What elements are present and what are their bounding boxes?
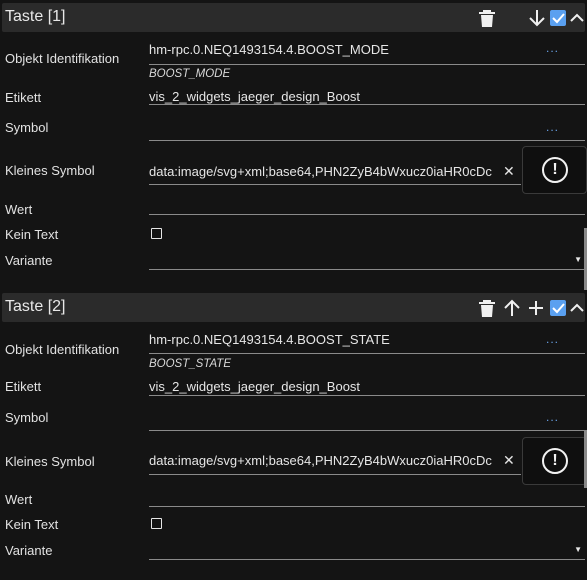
objekt-identifikation-input[interactable]: hm-rpc.0.NEQ1493154.4.BOOST_MODE bbox=[149, 42, 389, 57]
select-object-button[interactable]: ... bbox=[546, 332, 559, 346]
kein-text-label: Kein Text bbox=[5, 227, 59, 242]
section-title: Taste [2] bbox=[5, 298, 66, 315]
section-header[interactable]: Taste [1] bbox=[2, 3, 585, 32]
wert-label: Wert bbox=[5, 492, 33, 507]
variante-dropdown-icon[interactable]: ▼ bbox=[574, 545, 582, 554]
kleines-symbol-input[interactable]: data:image/svg+xml;base64,PHN2ZyB4bWxucz… bbox=[149, 453, 499, 468]
objekt-identifikation-label: Objekt Identifikation bbox=[5, 51, 120, 66]
kein-text-checkbox[interactable] bbox=[151, 228, 162, 239]
symbol-label: Symbol bbox=[5, 120, 49, 135]
wert-label: Wert bbox=[5, 202, 33, 217]
alert-circle-icon: ! bbox=[542, 157, 568, 183]
variante-label: Variante bbox=[5, 253, 53, 268]
kein-text-checkbox[interactable] bbox=[151, 518, 162, 529]
checkbox-checked-icon[interactable] bbox=[548, 8, 568, 28]
wert-input[interactable] bbox=[149, 506, 585, 507]
select-object-button[interactable]: ... bbox=[546, 41, 559, 55]
symbol-input[interactable] bbox=[149, 140, 585, 141]
input-underline bbox=[149, 395, 585, 396]
arrow-up-icon[interactable] bbox=[502, 298, 522, 318]
objekt-identifikation-hint: BOOST_MODE bbox=[149, 68, 231, 80]
input-underline bbox=[149, 104, 585, 105]
trash-icon[interactable] bbox=[477, 8, 497, 28]
objekt-identifikation-label: Objekt Identifikation bbox=[5, 342, 120, 357]
chevron-up-icon[interactable] bbox=[567, 298, 587, 318]
kein-text-label: Kein Text bbox=[5, 517, 59, 532]
icon-preview-button[interactable]: ! bbox=[522, 146, 587, 194]
etikett-label: Etikett bbox=[5, 379, 42, 394]
icon-preview-button[interactable]: ! bbox=[522, 437, 587, 485]
kleines-symbol-label: Kleines Symbol bbox=[5, 454, 95, 469]
arrow-down-icon[interactable] bbox=[527, 8, 547, 28]
input-underline bbox=[149, 474, 521, 475]
input-underline bbox=[149, 64, 585, 65]
objekt-identifikation-input[interactable]: hm-rpc.0.NEQ1493154.4.BOOST_STATE bbox=[149, 332, 390, 347]
checkbox-checked-icon[interactable] bbox=[548, 298, 568, 318]
clear-icon[interactable]: ✕ bbox=[503, 163, 515, 180]
variante-label: Variante bbox=[5, 543, 53, 558]
symbol-input[interactable] bbox=[149, 430, 585, 431]
etikett-input[interactable]: vis_2_widgets_jaeger_design_Boost bbox=[149, 89, 360, 104]
section-title: Taste [1] bbox=[5, 8, 66, 25]
variante-select[interactable] bbox=[149, 559, 585, 560]
section-header[interactable]: Taste [2] bbox=[2, 293, 585, 322]
chevron-up-icon[interactable] bbox=[567, 8, 587, 28]
input-underline bbox=[149, 353, 585, 354]
kleines-symbol-input[interactable]: data:image/svg+xml;base64,PHN2ZyB4bWxucz… bbox=[149, 164, 499, 179]
etikett-label: Etikett bbox=[5, 90, 42, 105]
input-underline bbox=[149, 184, 521, 185]
plus-icon[interactable] bbox=[526, 298, 546, 318]
wert-input[interactable] bbox=[149, 214, 585, 215]
select-symbol-button[interactable]: ... bbox=[546, 410, 559, 424]
trash-icon[interactable] bbox=[477, 298, 497, 318]
select-symbol-button[interactable]: ... bbox=[546, 120, 559, 134]
variante-dropdown-icon[interactable]: ▼ bbox=[574, 255, 582, 264]
etikett-input[interactable]: vis_2_widgets_jaeger_design_Boost bbox=[149, 379, 360, 394]
clear-icon[interactable]: ✕ bbox=[503, 452, 515, 469]
objekt-identifikation-hint: BOOST_STATE bbox=[149, 358, 232, 370]
symbol-label: Symbol bbox=[5, 410, 49, 425]
alert-circle-icon: ! bbox=[542, 448, 568, 474]
variante-select[interactable] bbox=[149, 269, 585, 270]
kleines-symbol-label: Kleines Symbol bbox=[5, 163, 95, 178]
